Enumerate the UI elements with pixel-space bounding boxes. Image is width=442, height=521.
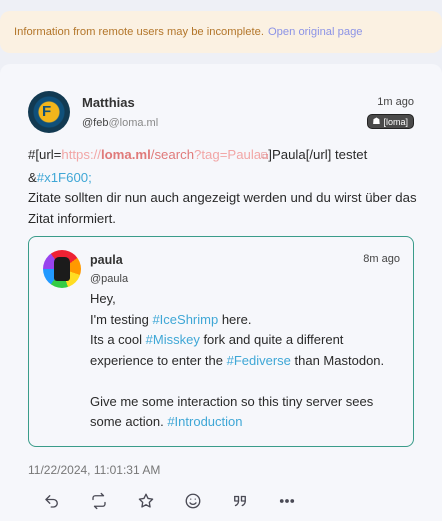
note-line-3: Zitate sollten dir nun auch angezeigt we… (28, 190, 417, 226)
open-original-link[interactable]: Open original page (268, 26, 363, 38)
quote-line: Give me some interaction so this tiny se… (90, 393, 374, 409)
author-name[interactable]: Matthias (82, 95, 135, 110)
quote-author-handle[interactable]: @paula (90, 273, 128, 285)
hashtag-link[interactable]: #Fediverse (227, 353, 291, 368)
quote-line: Its a cool #Misskey fork and quite a dif… (90, 330, 390, 351)
quote-line: experience to enter the #Fediverse than … (90, 351, 390, 372)
remote-info-banner: Information from remote users may be inc… (0, 11, 442, 53)
instance-icon: ☗ (372, 116, 381, 126)
more-icon (279, 499, 294, 503)
text: fork and quite a different (199, 332, 344, 347)
text: ]Paula[/url] testet (268, 147, 368, 162)
text: experience to enter the (90, 352, 227, 368)
instance-badge[interactable]: ☗ [loma] (367, 114, 414, 129)
author-avatar[interactable]: F (28, 91, 70, 133)
text: some action. (90, 414, 168, 429)
hashtag-link[interactable]: #Misskey (146, 332, 200, 347)
emoji-reaction-icon (185, 493, 200, 509)
text: than Mastodon. (290, 352, 385, 368)
text: I'm testing (90, 311, 153, 327)
boost-icon (91, 492, 106, 510)
quote-time[interactable]: 8m ago (363, 253, 400, 265)
search-url-link[interactable]: https://loma.ml/search?tag=Paula⧉ (61, 147, 268, 162)
note-date[interactable]: 11/22/2024, 11:01:31 AM (28, 463, 160, 477)
url-host: loma.ml (100, 147, 151, 162)
quote-button[interactable] (216, 488, 263, 514)
banner-text: Information from remote users may be inc… (14, 26, 264, 38)
text: Its a cool (90, 332, 146, 347)
hashtag-link[interactable]: #x1F600; (37, 170, 92, 185)
hashtag-link[interactable]: #IceShrimp (152, 312, 218, 327)
text: #[url= (28, 147, 62, 162)
hashtag-link[interactable]: #Introduction (167, 414, 242, 429)
note-line-1: #[url=https://loma.ml/search?tag=Paula⧉]… (28, 145, 418, 168)
text: here. (218, 311, 252, 327)
quote-author-name[interactable]: paula (90, 253, 123, 267)
author-host: @loma.ml (108, 117, 159, 129)
note-line-2: &#x1F600; (28, 168, 418, 189)
note-actions (28, 488, 310, 514)
more-button[interactable] (263, 488, 310, 514)
url-path: /search (150, 147, 195, 162)
note-body: #[url=https://loma.ml/search?tag=Paula⧉]… (28, 145, 418, 229)
quote-line: some action. #Introduction (90, 412, 390, 433)
star-icon (138, 493, 153, 508)
fist-icon (54, 257, 70, 281)
reply-button[interactable] (28, 488, 75, 514)
quote-blank-line (90, 371, 390, 392)
avatar-glyph: F (42, 103, 52, 120)
quote-author-avatar[interactable] (43, 250, 81, 288)
instance-badge-label: [loma] (383, 116, 408, 127)
quote-line: Hey, (90, 291, 116, 306)
reply-icon (44, 495, 58, 508)
boost-button[interactable] (75, 488, 122, 514)
url-scheme: https:// (61, 147, 101, 162)
quote-line: I'm testing #IceShrimp here. (90, 310, 390, 331)
author-handle[interactable]: @feb@loma.ml (82, 117, 158, 129)
reaction-button[interactable] (169, 488, 216, 514)
url-query: ?tag=Paula (194, 147, 262, 162)
note-time[interactable]: 1m ago (377, 96, 414, 108)
author-username: @feb (82, 117, 109, 129)
quote-body: Hey, I'm testing #IceShrimp here. Its a … (90, 289, 390, 433)
favorite-button[interactable] (122, 488, 169, 514)
text: & (28, 169, 37, 185)
quote-icon (233, 495, 246, 507)
